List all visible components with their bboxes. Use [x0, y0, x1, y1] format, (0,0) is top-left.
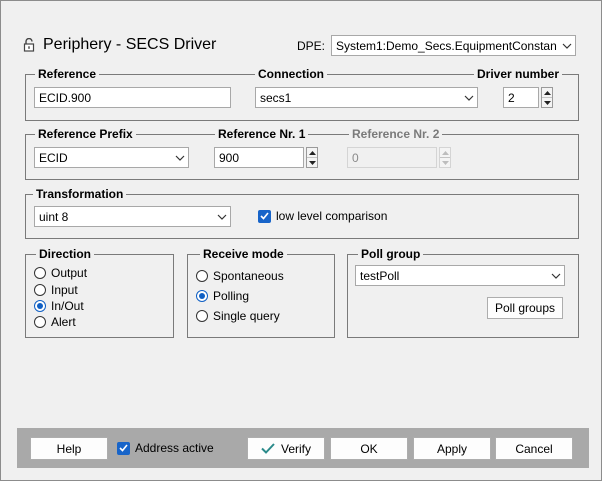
- receive-polling-label: Polling: [213, 289, 250, 303]
- reference-nr2-spinner: [439, 147, 451, 168]
- direction-label: Direction: [36, 247, 95, 261]
- reference-prefix-label: Reference Prefix: [35, 127, 136, 141]
- reference-prefix-value: ECID: [39, 150, 68, 165]
- spin-down-icon[interactable]: [307, 158, 317, 167]
- connection-select[interactable]: secs1: [255, 87, 478, 108]
- chevron-down-icon: [461, 88, 477, 107]
- address-active-label: Address active: [135, 441, 214, 455]
- radio-checked-icon: [34, 300, 46, 312]
- chevron-down-icon: [172, 148, 188, 167]
- transformation-select[interactable]: uint 8: [34, 206, 231, 227]
- radio-unchecked-icon: [34, 267, 46, 279]
- radio-unchecked-icon: [196, 270, 208, 282]
- help-button[interactable]: Help: [30, 437, 108, 460]
- poll-group-select[interactable]: testPoll: [355, 265, 565, 286]
- verify-button[interactable]: Verify: [247, 437, 325, 460]
- direction-output-label: Output: [51, 266, 88, 280]
- radio-checked-icon: [196, 290, 208, 302]
- direction-input-radio[interactable]: Input: [34, 283, 78, 297]
- driver-number-input[interactable]: 2: [503, 87, 539, 108]
- verify-check-icon: [261, 443, 275, 454]
- driver-number-spinner[interactable]: [541, 87, 553, 108]
- poll-groups-button[interactable]: Poll groups: [487, 297, 563, 319]
- low-level-comparison-checkbox[interactable]: low level comparison: [258, 209, 387, 223]
- spin-up-icon[interactable]: [307, 148, 317, 158]
- direction-input-label: Input: [51, 283, 78, 297]
- apply-button[interactable]: Apply: [413, 437, 491, 460]
- direction-alert-label: Alert: [51, 315, 76, 329]
- checkmark-icon: [258, 209, 271, 223]
- receive-mode-label: Receive mode: [200, 247, 287, 261]
- chevron-down-icon: [559, 36, 575, 55]
- direction-output-radio[interactable]: Output: [34, 266, 87, 280]
- direction-alert-radio[interactable]: Alert: [34, 315, 76, 329]
- spin-up-icon: [440, 148, 450, 158]
- radio-unchecked-icon: [34, 284, 46, 296]
- receive-single-query-label: Single query: [213, 309, 280, 323]
- address-active-checkbox[interactable]: Address active: [117, 441, 214, 455]
- receive-polling-radio[interactable]: Polling: [196, 289, 249, 303]
- ok-button[interactable]: OK: [330, 437, 408, 460]
- radio-unchecked-icon: [34, 316, 46, 328]
- reference-label: Reference: [35, 67, 100, 81]
- transformation-value: uint 8: [39, 209, 69, 224]
- radio-unchecked-icon: [196, 310, 208, 322]
- reference-nr1-label: Reference Nr. 1: [215, 127, 309, 141]
- secs-driver-dialog: Periphery - SECS Driver DPE: System1:Dem…: [0, 0, 602, 481]
- direction-inout-label: In/Out: [51, 299, 84, 313]
- unlocked-icon: [23, 37, 35, 52]
- reference-nr1-spinner[interactable]: [306, 147, 318, 168]
- reference-nr1-input[interactable]: 900: [214, 147, 304, 168]
- dialog-title: Periphery - SECS Driver: [43, 36, 217, 53]
- reference-input[interactable]: ECID.900: [34, 87, 231, 108]
- poll-group-value: testPoll: [360, 268, 400, 283]
- spin-down-icon[interactable]: [542, 98, 552, 107]
- chevron-down-icon: [548, 266, 564, 285]
- driver-number-label: Driver number: [474, 67, 563, 81]
- checkmark-icon: [117, 441, 130, 455]
- transformation-label: Transformation: [33, 187, 127, 201]
- receive-spontaneous-radio[interactable]: Spontaneous: [196, 269, 284, 283]
- reference-nr2-input: 0: [347, 147, 437, 168]
- direction-inout-radio[interactable]: In/Out: [34, 299, 84, 313]
- reference-nr2-label: Reference Nr. 2: [349, 127, 443, 141]
- cancel-button[interactable]: Cancel: [495, 437, 573, 460]
- dpe-select[interactable]: System1:Demo_Secs.EquipmentConstan: [331, 35, 576, 56]
- connection-value: secs1: [260, 90, 292, 105]
- receive-spontaneous-label: Spontaneous: [213, 269, 284, 283]
- dpe-value: System1:Demo_Secs.EquipmentConstan: [336, 38, 557, 53]
- reference-prefix-select[interactable]: ECID: [34, 147, 189, 168]
- spin-up-icon[interactable]: [542, 88, 552, 98]
- low-level-comparison-label: low level comparison: [276, 209, 388, 223]
- chevron-down-icon: [214, 207, 230, 226]
- verify-label: Verify: [280, 441, 311, 456]
- receive-single-query-radio[interactable]: Single query: [196, 309, 280, 323]
- connection-label: Connection: [255, 67, 327, 81]
- spin-down-icon: [440, 158, 450, 167]
- dpe-label: DPE:: [297, 39, 326, 53]
- title-row: Periphery - SECS Driver: [23, 35, 216, 55]
- poll-group-label: Poll group: [358, 247, 424, 261]
